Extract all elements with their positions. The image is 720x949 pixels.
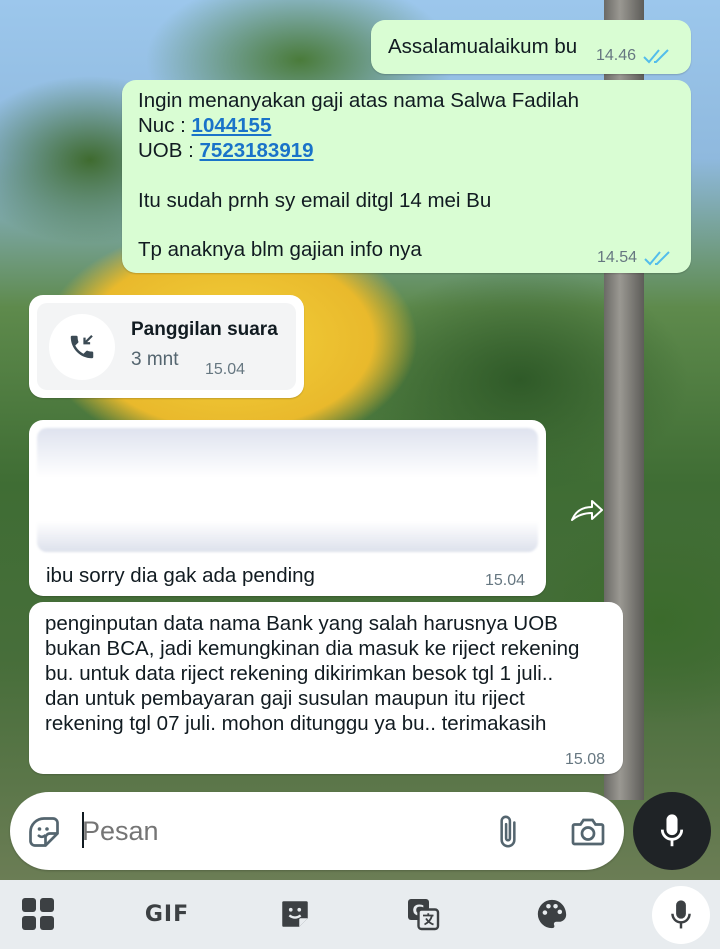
message-time: 15.04 (485, 572, 526, 589)
sticker-pad-button[interactable] (275, 894, 315, 934)
message-time: 15.08 (565, 751, 606, 768)
message-incoming-2[interactable]: penginputan data nama Bank yang salah ha… (29, 602, 623, 774)
call-time: 15.04 (205, 361, 245, 379)
camera-button[interactable] (566, 812, 610, 852)
message-line-nuc: Nuc : 1044155 (138, 113, 271, 138)
message-line: Ingin menanyakan gaji atas nama Salwa Fa… (138, 89, 580, 112)
message-input[interactable] (82, 811, 462, 851)
message-line: bukan BCA, jadi kemungkinan dia masuk ke… (45, 637, 580, 660)
apps-grid-icon (22, 898, 54, 930)
message-outgoing-1[interactable]: Assalamualaikum bu 14.46 (371, 20, 691, 74)
camera-icon (571, 818, 605, 846)
message-outgoing-2[interactable]: Ingin menanyakan gaji atas nama Salwa Fa… (122, 80, 691, 273)
mic-icon (671, 900, 691, 929)
message-meta: 14.54 (597, 249, 673, 267)
call-icon-circle (49, 314, 115, 380)
message-time: 14.54 (597, 249, 638, 266)
message-time: 15.04 (205, 361, 246, 378)
keyboard-voice-button[interactable] (652, 886, 710, 944)
gif-icon: GIF (144, 901, 190, 927)
message-text-block: penginputan data nama Bank yang salah ha… (45, 611, 579, 736)
apps-button[interactable] (18, 894, 58, 934)
mic-icon (660, 814, 684, 847)
incoming-call-icon (70, 334, 94, 359)
translate-button[interactable]: G (403, 894, 443, 934)
attach-icon (500, 815, 516, 848)
message-meta: 14.46 (596, 47, 672, 65)
message-time: 14.46 (596, 47, 637, 64)
keyboard-toolbar: GIF G (0, 880, 720, 949)
message-incoming-1[interactable]: ibu sorry dia gak ada pending 15.04 (29, 420, 546, 596)
message-meta: 15.04 (485, 572, 525, 590)
forward-icon (571, 500, 603, 521)
message-composer (10, 792, 624, 870)
double-check-icon (644, 251, 670, 266)
gif-button[interactable]: GIF (141, 894, 193, 934)
uob-label: UOB : (138, 139, 200, 162)
message-line: bu. untuk data riject rekening dikirimka… (45, 662, 554, 685)
message-line: dan untuk pembayaran gaji susulan maupun… (45, 687, 525, 710)
forward-button[interactable] (563, 486, 613, 536)
message-text: Assalamualaikum bu (388, 35, 578, 58)
theme-button[interactable] (532, 894, 572, 934)
attach-button[interactable] (488, 810, 528, 854)
message-line: Itu sudah prnh sy email ditgl 14 mei Bu (138, 189, 492, 212)
phone-link-uob[interactable]: 7523183919 (200, 139, 314, 162)
blurred-media-preview (37, 428, 538, 552)
message-line-uob: UOB : 7523183919 (138, 138, 314, 163)
voice-call-card[interactable]: Panggilan suara 3 mnt 15.04 (37, 303, 296, 390)
nuc-label: Nuc : (138, 114, 192, 137)
message-meta: 15.08 (565, 751, 605, 769)
voice-record-button[interactable] (633, 792, 711, 870)
message-text: ibu sorry dia gak ada pending (46, 564, 315, 587)
translate-icon: G (408, 899, 440, 931)
sticker-icon (29, 817, 59, 847)
message-line: Tp anaknya blm gajian info nya (138, 238, 422, 261)
call-title: Panggilan suara (131, 319, 278, 340)
message-line: penginputan data nama Bank yang salah ha… (45, 612, 558, 635)
double-check-icon (643, 49, 669, 64)
sticker-button[interactable] (24, 812, 64, 852)
phone-link-nuc[interactable]: 1044155 (192, 114, 272, 137)
call-duration: 3 mnt (131, 349, 179, 370)
sticker-pad-icon (282, 901, 308, 927)
palette-icon (537, 899, 567, 929)
voice-call-message[interactable]: Panggilan suara 3 mnt 15.04 (29, 295, 304, 398)
message-line: rekening tgl 07 juli. mohon ditunggu ya … (45, 712, 547, 735)
